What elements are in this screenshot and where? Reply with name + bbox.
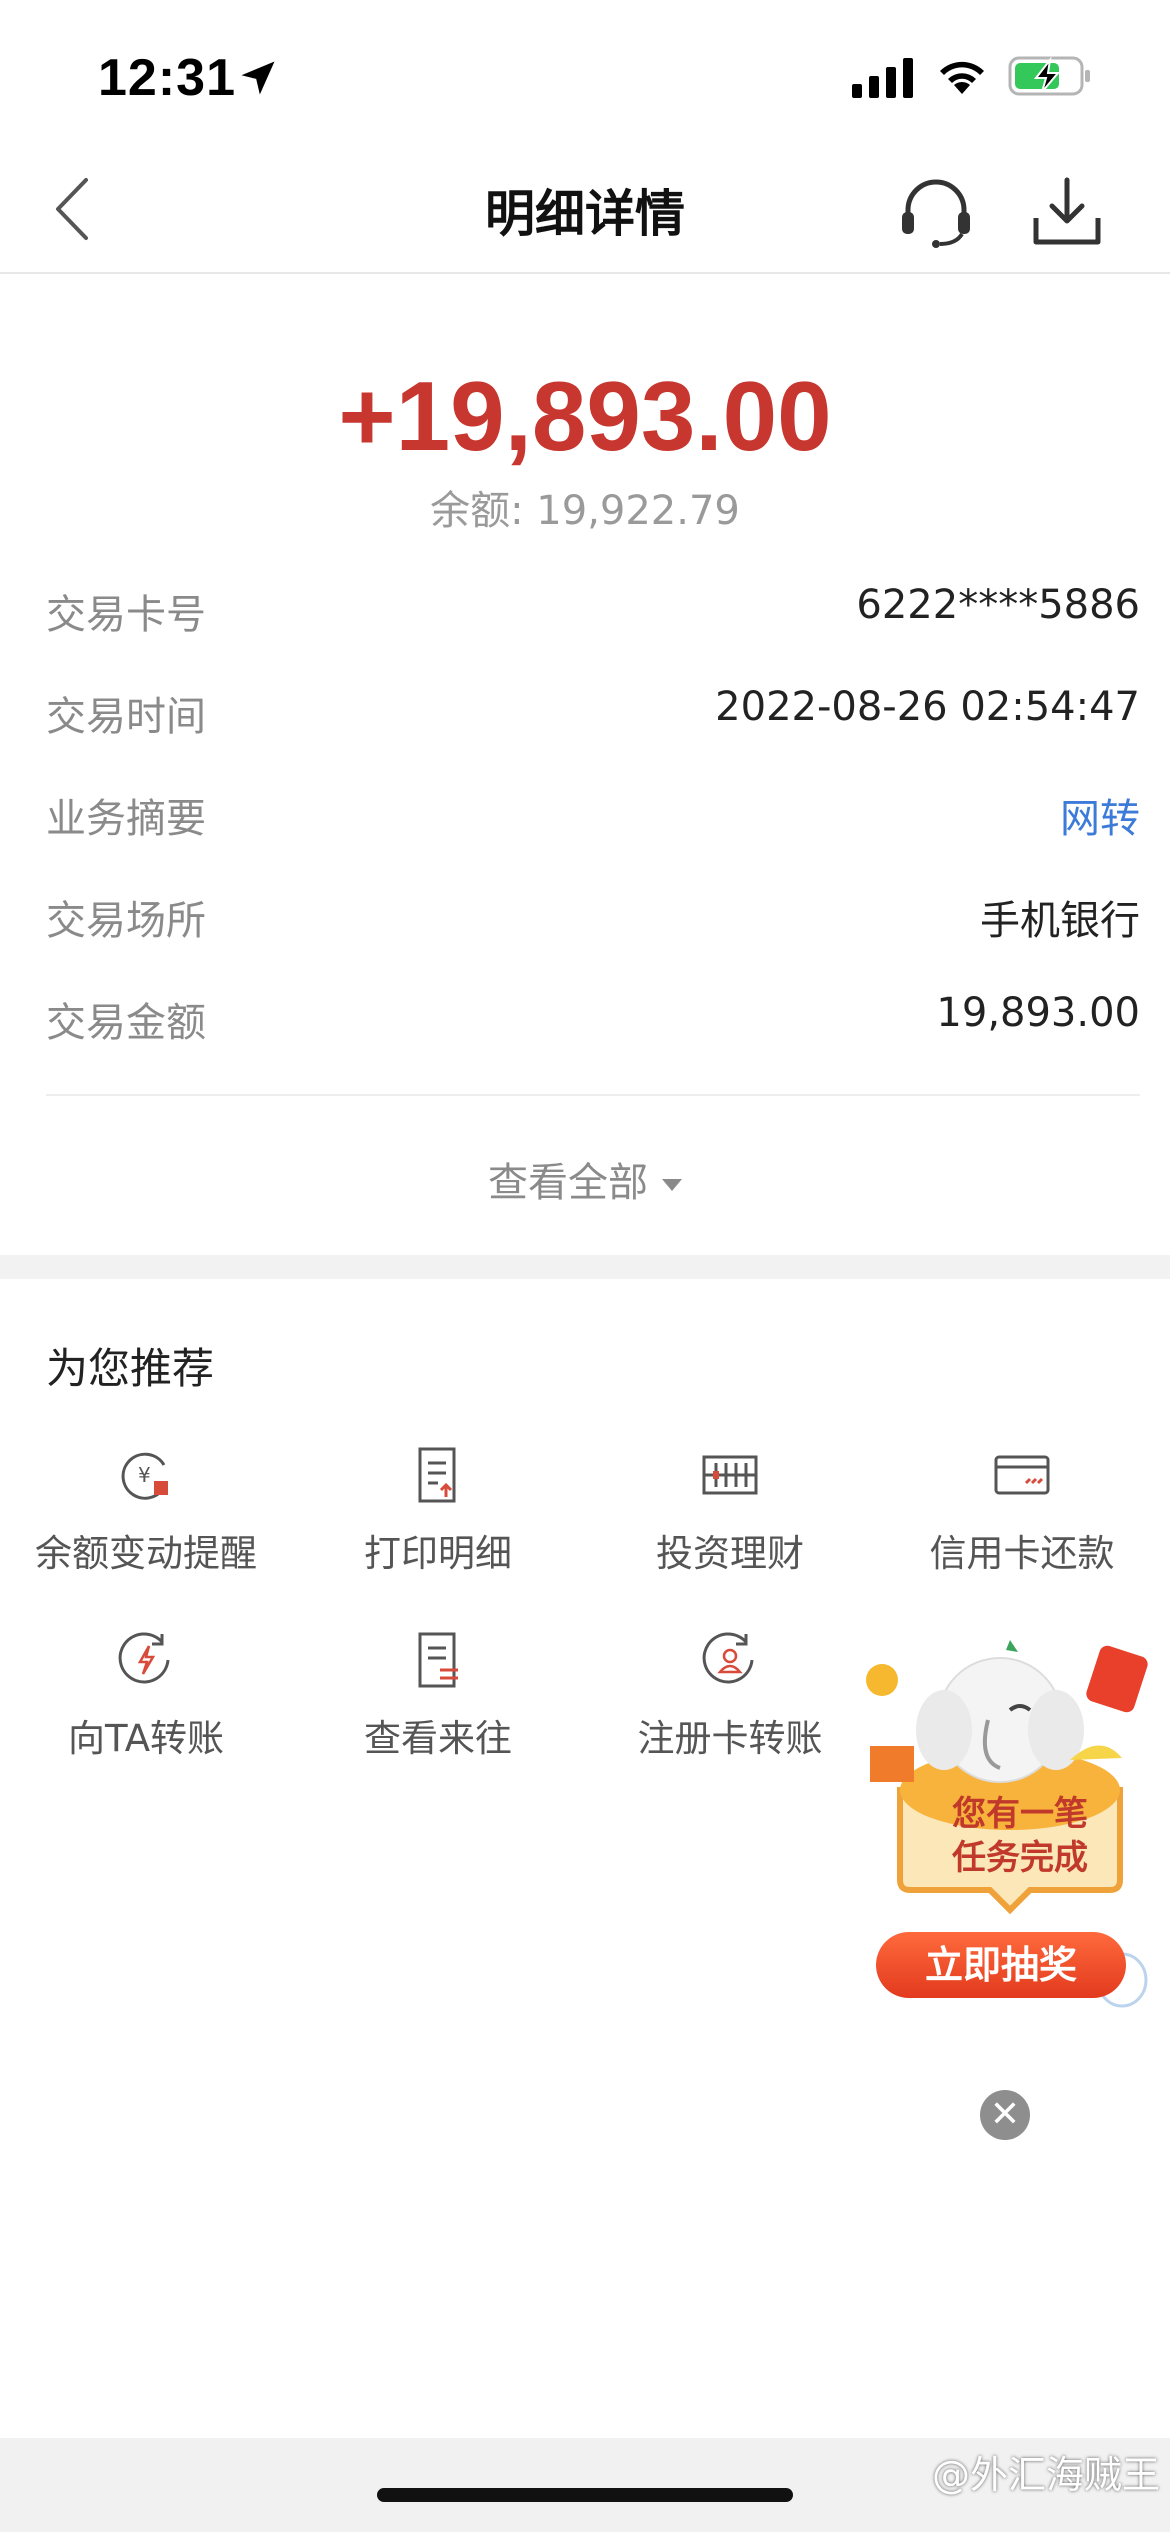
download-icon[interactable] — [1030, 174, 1104, 248]
detail-row-summary: 业务摘要 网转 — [46, 786, 1140, 856]
detail-label: 业务摘要 — [46, 796, 206, 842]
recommend-label: 信用卡还款 — [929, 1532, 1115, 1575]
cellular-signal-icon — [852, 58, 913, 98]
account-balance: 余额: 19,922.79 — [430, 488, 740, 534]
caret-down-icon — [662, 1179, 682, 1191]
detail-row-time: 交易时间 2022-08-26 02:54:47 — [46, 684, 1140, 754]
recommend-label: 查看来往 — [364, 1717, 512, 1760]
detail-row-location: 交易场所 手机银行 — [46, 888, 1140, 958]
recommend-print-detail[interactable]: 打印明细 — [292, 1445, 584, 1595]
user-circle-icon — [702, 1632, 754, 1684]
battery-charging-icon — [1008, 56, 1090, 96]
detail-value: 手机银行 — [980, 898, 1140, 944]
recommend-label: 打印明细 — [364, 1532, 512, 1575]
status-bar: 12:31 — [0, 0, 1170, 150]
home-indicator[interactable] — [377, 2488, 793, 2502]
detail-label: 交易卡号 — [46, 592, 206, 638]
detail-label: 交易时间 — [46, 694, 206, 740]
abacus-icon — [702, 1455, 758, 1495]
location-arrow-icon — [241, 61, 275, 95]
divider — [46, 1094, 1140, 1096]
detail-label: 交易金额 — [46, 1000, 206, 1046]
navigation-bar: 明细详情 — [0, 150, 1170, 274]
svg-text:¥: ¥ — [138, 1463, 151, 1487]
screen: 12:31 明细详情 +19,893.00 余额: 19,922.79 交易卡号… — [0, 0, 1170, 2532]
recommend-credit-card-repay[interactable]: 信用卡还款 — [876, 1445, 1168, 1595]
detail-label: 交易场所 — [46, 898, 206, 944]
promo-close-button[interactable]: ✕ — [980, 2090, 1030, 2140]
view-all-label: 查看全部 — [488, 1160, 648, 1206]
transaction-amount: +19,893.00 — [338, 361, 832, 471]
lightning-circle-icon — [118, 1632, 170, 1684]
detail-row-amount: 交易金额 19,893.00 — [46, 990, 1140, 1060]
recommend-balance-alert[interactable]: ¥ 余额变动提醒 — [0, 1445, 292, 1595]
view-all-button[interactable]: 查看全部 — [0, 1150, 1170, 1208]
doc-transfer-icon — [418, 1632, 458, 1688]
recommend-label: 向TA转账 — [67, 1717, 225, 1760]
watermark: @外汇海贼王 — [931, 2453, 1160, 2497]
yuan-bell-icon: ¥ — [121, 1452, 168, 1500]
credit-card-icon — [994, 1455, 1050, 1495]
section-separator — [0, 1255, 1170, 1279]
promo-floating-banner[interactable]: 您有一笔 任务完成 立即抽奖 — [860, 1640, 1160, 2050]
recommend-view-history[interactable]: 查看来往 — [292, 1630, 584, 1780]
promo-line2: 任务完成 — [952, 1838, 1088, 1878]
detail-value: 19,893.00 — [936, 990, 1140, 1036]
recommend-label: 余额变动提醒 — [35, 1532, 257, 1575]
recommend-title: 为您推荐 — [46, 1344, 215, 1393]
page-title: 明细详情 — [485, 185, 685, 243]
lottery-button[interactable]: 立即抽奖 — [876, 1932, 1126, 1998]
detail-value: 2022-08-26 02:54:47 — [715, 684, 1140, 730]
close-icon: ✕ — [989, 2094, 1021, 2135]
detail-value: 6222****5886 — [856, 582, 1140, 628]
status-time: 12:31 — [98, 49, 236, 107]
promo-line1: 您有一笔 — [952, 1794, 1088, 1834]
print-doc-icon — [418, 1447, 456, 1503]
recommend-transfer-to[interactable]: 向TA转账 — [0, 1630, 292, 1780]
detail-value-link[interactable]: 网转 — [1060, 786, 1140, 844]
customer-service-headset-icon[interactable] — [896, 174, 976, 248]
wifi-icon — [940, 61, 984, 94]
promo-text: 您有一笔 任务完成 — [930, 1792, 1110, 1880]
recommend-label: 投资理财 — [656, 1532, 804, 1575]
recommend-label: 注册卡转账 — [637, 1717, 823, 1760]
recommend-investment[interactable]: 投资理财 — [584, 1445, 876, 1595]
recommend-registered-card-transfer[interactable]: 注册卡转账 — [584, 1630, 876, 1780]
detail-row-card-number: 交易卡号 6222****5886 — [46, 582, 1140, 652]
